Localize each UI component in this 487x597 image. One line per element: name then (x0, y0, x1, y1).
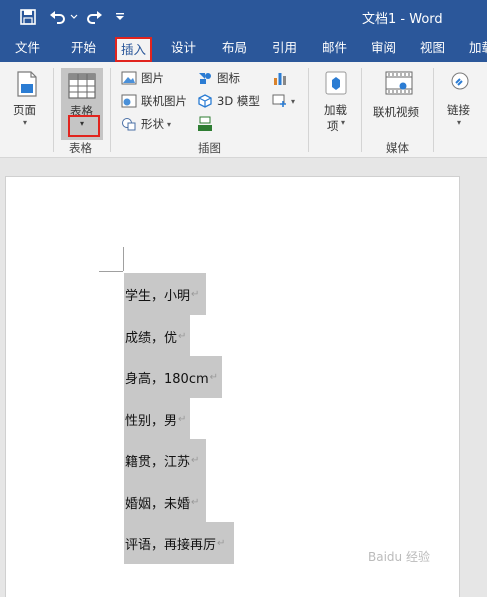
undo-icon[interactable] (48, 7, 68, 27)
screenshot-button[interactable]: ▾ (272, 91, 295, 111)
save-icon[interactable] (18, 7, 38, 27)
picture-button[interactable]: 图片 (121, 68, 164, 88)
undo-dropdown-icon[interactable] (70, 7, 78, 27)
screenshot-icon (272, 94, 286, 107)
tab-file[interactable]: 文件 (15, 34, 40, 62)
3d-models-button[interactable]: 3D 模型 (197, 91, 260, 111)
document-page[interactable]: 学生，小明 ↵ 成绩，优 ↵ 身高，180cm ↵ 性别，男 ↵ 籍贯，江苏 ↵ 婚姻，未… (5, 176, 460, 597)
tab-addins[interactable]: 加载 (469, 34, 487, 62)
ribbon-tabs: 文件 开始 插入 设计 布局 引用 邮件 审阅 视图 加载 (0, 34, 487, 62)
ribbon-insert: 页面 ▾ 表格 ▾ 表格 图片 联机图片 形状 ▾ 图标 3D 模型 ▾ 插图 … (0, 62, 487, 158)
online-picture-icon (121, 94, 137, 108)
addins-dropdown-icon[interactable]: ▾ (341, 118, 345, 127)
crop-mark (99, 271, 123, 272)
pages-icon[interactable] (14, 70, 40, 98)
group-separator (361, 68, 362, 152)
document-line[interactable]: 身高，180cm ↵ (124, 356, 222, 398)
links-dropdown-icon[interactable]: ▾ (457, 118, 461, 127)
line-text: 性别，男 (125, 413, 178, 429)
group-separator (433, 68, 434, 152)
addins-button[interactable]: 加载 (324, 102, 347, 118)
document-line[interactable]: 学生，小明 ↵ (124, 273, 206, 315)
document-line[interactable]: 评语，再接再厉 ↵ (124, 522, 234, 564)
shapes-button[interactable]: 形状 ▾ (121, 114, 171, 134)
tab-insert[interactable]: 插入 (115, 37, 153, 62)
icons-label: 图标 (217, 71, 240, 85)
title-bar: 文档1 - Word (0, 0, 487, 34)
table-dropdown-icon[interactable]: ▾ (80, 119, 84, 128)
smartart-button[interactable] (197, 114, 213, 134)
paragraph-mark: ↵ (217, 537, 226, 549)
paragraph-mark: ↵ (191, 496, 200, 508)
tab-layout[interactable]: 布局 (222, 34, 247, 62)
pages-dropdown-icon[interactable]: ▾ (23, 118, 27, 127)
group-separator (110, 68, 111, 152)
paragraph-mark: ↵ (191, 454, 200, 466)
shapes-label: 形状 (141, 117, 164, 131)
smartart-icon (198, 116, 212, 131)
links-button[interactable]: 链接 (447, 102, 470, 118)
cube-icon (198, 94, 212, 108)
paragraph-mark: ↵ (191, 288, 200, 300)
picture-label: 图片 (141, 71, 164, 85)
group-label-illustrations: 插图 (198, 141, 221, 155)
line-text: 婚姻，未婚 (125, 496, 191, 512)
document-line[interactable]: 性别，男 ↵ (124, 398, 190, 440)
group-separator (53, 68, 54, 152)
document-line[interactable]: 成绩，优 ↵ (124, 315, 190, 357)
tab-design[interactable]: 设计 (171, 34, 196, 62)
line-text: 籍贯，江苏 (125, 454, 191, 470)
online-picture-button[interactable]: 联机图片 (121, 91, 187, 111)
line-text: 评语，再接再厉 (125, 537, 217, 553)
chart-button[interactable] (272, 68, 288, 88)
tab-review[interactable]: 审阅 (371, 34, 396, 62)
addins-icon[interactable] (324, 70, 348, 96)
line-text: 身高，180cm (125, 371, 209, 387)
pages-button[interactable]: 页面 (13, 102, 36, 118)
watermark: Baidu 经验 (368, 550, 430, 564)
group-separator (308, 68, 309, 152)
group-label-table: 表格 (69, 141, 92, 155)
online-picture-label: 联机图片 (141, 94, 187, 108)
document-line[interactable]: 婚姻，未婚 ↵ (124, 481, 206, 523)
window-title: 文档1 - Word (362, 12, 443, 27)
shapes-icon (122, 118, 136, 131)
tab-mailings[interactable]: 邮件 (322, 34, 347, 62)
table-icon (68, 73, 96, 99)
3d-models-label: 3D 模型 (217, 94, 260, 108)
picture-icon (121, 71, 137, 85)
redo-icon[interactable] (84, 7, 104, 27)
line-text: 成绩，优 (125, 330, 178, 346)
customize-toolbar-icon[interactable] (114, 7, 126, 27)
paragraph-mark: ↵ (178, 330, 187, 342)
group-label-media: 媒体 (386, 141, 409, 155)
video-icon[interactable] (385, 71, 413, 95)
crop-mark (123, 247, 124, 271)
chart-icon (274, 73, 286, 85)
document-line[interactable]: 籍贯，江苏 ↵ (124, 439, 206, 481)
tab-references[interactable]: 引用 (272, 34, 297, 62)
paragraph-mark: ↵ (178, 413, 187, 425)
paragraph-mark: ↵ (209, 371, 219, 383)
icons-icon (199, 73, 211, 84)
online-video-button[interactable]: 联机视频 (373, 104, 419, 120)
addins-button-line2[interactable]: 项 (327, 118, 339, 134)
tab-home[interactable]: 开始 (71, 34, 96, 62)
line-text: 学生，小明 (125, 288, 191, 304)
tab-view[interactable]: 视图 (420, 34, 445, 62)
icons-button[interactable]: 图标 (197, 68, 240, 88)
link-icon[interactable] (449, 71, 471, 95)
